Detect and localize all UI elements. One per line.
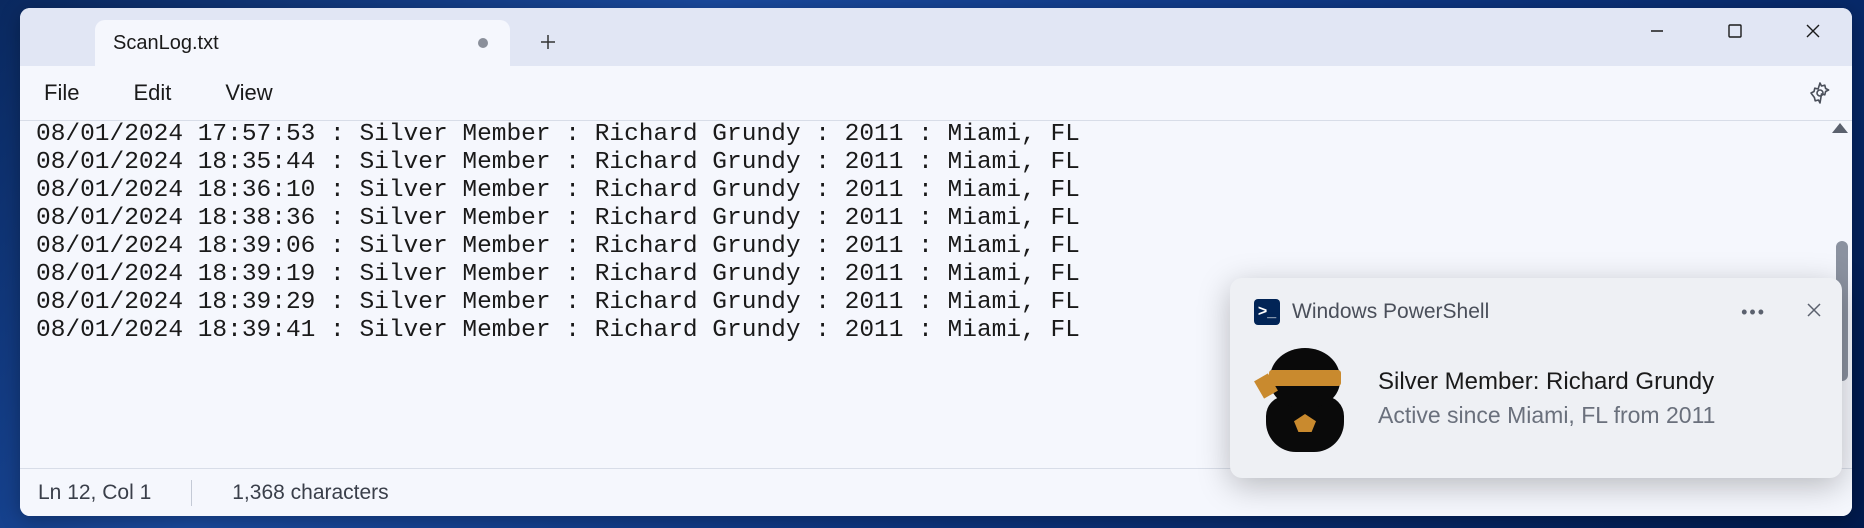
settings-button[interactable] <box>1806 79 1834 107</box>
cursor-position: Ln 12, Col 1 <box>38 481 151 505</box>
modified-indicator-icon <box>478 38 488 48</box>
tab-title: ScanLog.txt <box>113 32 219 55</box>
menu-file[interactable]: File <box>32 74 91 112</box>
titlebar: ScanLog.txt <box>20 8 1852 66</box>
menu-edit[interactable]: Edit <box>121 74 183 112</box>
window-controls <box>1618 8 1852 54</box>
toast-app-name: Windows PowerShell <box>1292 300 1489 324</box>
ninja-avatar-icon <box>1260 348 1350 448</box>
character-count: 1,368 characters <box>232 481 388 505</box>
new-tab-button[interactable] <box>530 24 566 60</box>
notification-toast[interactable]: >_ Windows PowerShell ••• Silver Member:… <box>1230 278 1842 478</box>
file-tab[interactable]: ScanLog.txt <box>95 20 510 66</box>
toast-subtitle: Active since Miami, FL from 2011 <box>1378 402 1822 429</box>
maximize-button[interactable] <box>1696 8 1774 54</box>
minimize-button[interactable] <box>1618 8 1696 54</box>
powershell-icon: >_ <box>1254 299 1280 325</box>
menubar: File Edit View <box>20 66 1852 121</box>
toast-more-button[interactable]: ••• <box>1741 302 1766 323</box>
menu-view[interactable]: View <box>213 74 284 112</box>
toast-header: >_ Windows PowerShell ••• <box>1254 294 1822 330</box>
log-line: 08/01/2024 17:57:53 : Silver Member : Ri… <box>36 121 1836 149</box>
statusbar-divider <box>191 480 192 506</box>
log-line: 08/01/2024 18:36:10 : Silver Member : Ri… <box>36 177 1836 205</box>
log-line: 08/01/2024 18:39:06 : Silver Member : Ri… <box>36 233 1836 261</box>
toast-close-button[interactable] <box>1806 301 1822 324</box>
close-button[interactable] <box>1774 8 1852 54</box>
log-line: 08/01/2024 18:35:44 : Silver Member : Ri… <box>36 149 1836 177</box>
scroll-up-icon[interactable] <box>1832 123 1848 133</box>
toast-title: Silver Member: Richard Grundy <box>1378 368 1822 396</box>
log-line: 08/01/2024 18:38:36 : Silver Member : Ri… <box>36 205 1836 233</box>
toast-body: Silver Member: Richard Grundy Active sin… <box>1254 348 1822 448</box>
